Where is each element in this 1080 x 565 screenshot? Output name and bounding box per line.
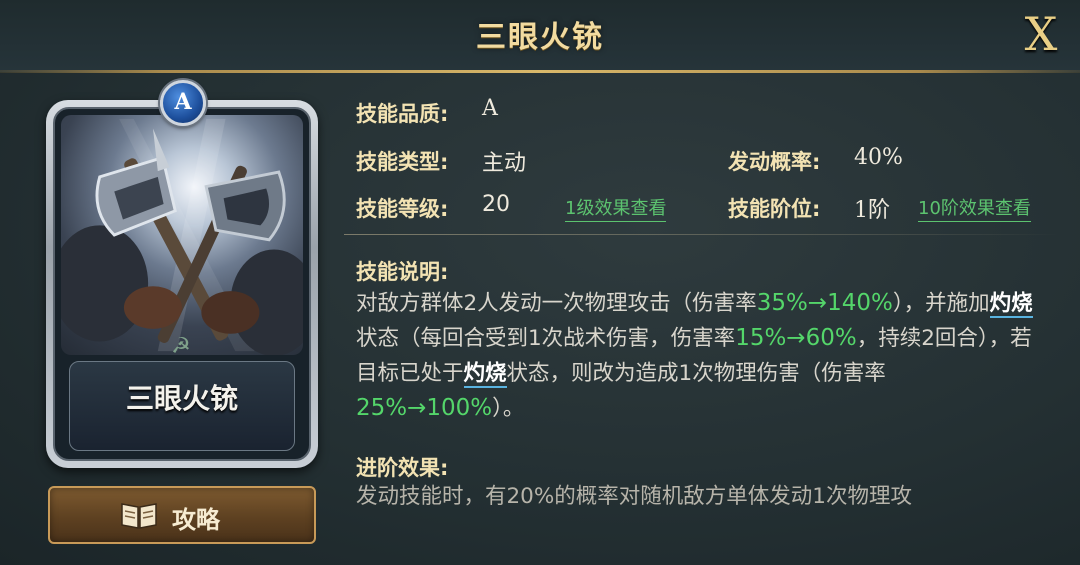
skill-level-value: 20 bbox=[482, 192, 510, 217]
skill-quality-value: A bbox=[482, 96, 498, 121]
keyword-burn-2[interactable]: 灼烧 bbox=[463, 361, 507, 388]
advance-effect-text: 发动技能时，有20%的概率对随机敌方单体发动1次物理攻 bbox=[356, 484, 912, 509]
section-divider bbox=[344, 234, 1060, 235]
desc-text-2: ），并施加 bbox=[892, 291, 990, 316]
desc-text-3: 状态（每回合受到1次战术伤害，伤害率 bbox=[356, 326, 736, 351]
skill-quality-label: 技能品质: bbox=[356, 102, 449, 126]
level-effect-link[interactable]: 1级效果查看 bbox=[565, 194, 667, 222]
skill-rank-value: 1阶 bbox=[854, 198, 890, 223]
damage-rate-3: 25%→100% bbox=[356, 395, 493, 421]
damage-rate-1: 35%→140% bbox=[756, 290, 893, 316]
keyword-burn-1[interactable]: 灼烧 bbox=[989, 291, 1033, 318]
skill-info-panel: 技能品质: A 技能类型: 主动 发动概率: 40% 技能等级: 20 1级效果… bbox=[0, 0, 1080, 565]
skill-rank-label: 技能阶位: bbox=[728, 197, 821, 221]
rank-effect-link[interactable]: 10阶效果查看 bbox=[918, 194, 1031, 222]
skill-description-title: 技能说明: bbox=[356, 260, 449, 284]
desc-text-6: ）。 bbox=[492, 396, 525, 421]
advance-effect-title: 进阶效果: bbox=[356, 456, 449, 480]
trigger-chance-label: 发动概率: bbox=[728, 150, 821, 174]
damage-rate-2: 15%→60% bbox=[735, 325, 857, 351]
skill-type-value: 主动 bbox=[482, 151, 527, 176]
skill-type-label: 技能类型: bbox=[356, 150, 449, 174]
trigger-chance-value: 40% bbox=[854, 145, 903, 170]
skill-description: 对敌方群体2人发动一次物理攻击（伤害率35%→140%），并施加灼烧状态（每回合… bbox=[356, 286, 1046, 426]
desc-text-5: 状态，则改为造成1次物理伤害（伤害率 bbox=[506, 361, 886, 386]
skill-level-label: 技能等级: bbox=[356, 197, 449, 221]
desc-text-1: 对敌方群体2人发动一次物理攻击（伤害率 bbox=[356, 291, 757, 316]
